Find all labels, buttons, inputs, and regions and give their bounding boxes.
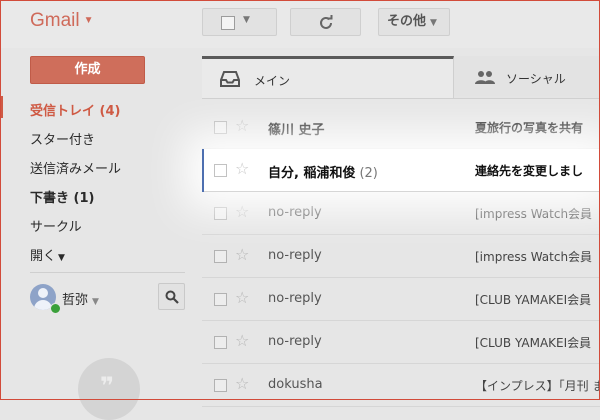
gmail-logo: Gmail — [30, 10, 80, 31]
account-name: 哲弥 — [62, 293, 89, 308]
message-row[interactable]: ☆ no-reply [CLUB YAMAKEI会員 — [202, 321, 600, 364]
nav-item-starred[interactable]: スター付き — [30, 129, 95, 148]
row-checkbox[interactable] — [214, 121, 227, 134]
presence-status-icon — [50, 303, 61, 314]
message-sender-group: 自分, 稲浦和俊 (2) — [268, 162, 378, 181]
message-subject: 【インプレス】「月刊 ま — [475, 379, 600, 393]
nav-more-label: 開く — [30, 249, 57, 264]
more-button[interactable]: その他 ▼ — [378, 8, 450, 36]
star-icon[interactable]: ☆ — [235, 245, 249, 264]
row-checkbox[interactable] — [214, 379, 227, 392]
checkbox-icon — [221, 16, 235, 30]
message-sender: no-reply — [268, 248, 322, 263]
category-tabs: メイン ソーシャル — [202, 56, 600, 99]
search-icon — [165, 290, 179, 304]
avatar-head — [38, 288, 48, 298]
star-icon[interactable]: ☆ — [235, 331, 249, 350]
top-bar: Gmail ▼ ▼ その他 ▼ — [0, 0, 600, 48]
message-subject: [CLUB YAMAKEI会員 — [475, 293, 592, 307]
hangouts-icon[interactable]: ❞ — [78, 358, 140, 420]
thread-count: (2) — [359, 166, 378, 181]
refresh-icon — [320, 15, 333, 29]
account-menu[interactable]: 哲弥 ▼ — [62, 289, 99, 308]
nav-item-drafts[interactable]: 下書き (1) — [30, 187, 94, 206]
nav-divider — [30, 272, 185, 273]
star-icon[interactable]: ☆ — [235, 159, 249, 178]
row-checkbox[interactable] — [214, 250, 227, 263]
row-checkbox[interactable] — [214, 207, 227, 220]
nav-item-sent[interactable]: 送信済みメール — [30, 158, 121, 177]
active-nav-indicator — [0, 96, 3, 118]
message-row[interactable]: ☆ no-reply [impress Watch会員 — [202, 192, 600, 235]
tab-primary-label: メイン — [254, 74, 291, 88]
more-button-label: その他 — [387, 14, 427, 29]
nav-item-more[interactable]: 開く ▼ — [30, 245, 65, 264]
tab-social-label: ソーシャル — [506, 72, 566, 86]
row-checkbox[interactable] — [214, 293, 227, 306]
star-icon[interactable]: ☆ — [235, 374, 249, 393]
message-row[interactable]: ☆ 篠川 史子 夏旅行の写真を共有 — [202, 106, 600, 149]
message-row[interactable]: ☆ no-reply [CLUB YAMAKEI会員 — [202, 278, 600, 321]
row-checkbox[interactable] — [214, 164, 227, 177]
message-subject: [CLUB YAMAKEI会員 — [475, 336, 592, 350]
refresh-button[interactable] — [290, 8, 361, 36]
chevron-down-icon: ▼ — [430, 18, 437, 28]
highlight-bar — [202, 149, 204, 192]
message-row[interactable]: ☆ dokusha 【インプレス】「月刊 ま — [202, 364, 600, 407]
message-sender: 自分, 稲浦和俊 — [268, 166, 356, 181]
message-sender: no-reply — [268, 205, 322, 220]
chevron-down-icon: ▼ — [58, 253, 65, 263]
tab-primary[interactable]: メイン — [202, 56, 454, 98]
gmail-logo-menu[interactable]: Gmail ▼ — [30, 10, 94, 32]
nav-item-circles[interactable]: サークル — [30, 216, 82, 235]
quote-icon: ❞ — [100, 372, 115, 400]
people-icon — [475, 71, 495, 84]
select-checkbox-button[interactable]: ▼ — [202, 8, 277, 36]
message-sender: no-reply — [268, 334, 322, 349]
message-subject: [impress Watch会員 — [475, 207, 593, 221]
nav-item-inbox[interactable]: 受信トレイ (4) — [30, 100, 120, 119]
star-icon[interactable]: ☆ — [235, 288, 249, 307]
row-checkbox[interactable] — [214, 336, 227, 349]
chevron-down-icon: ▼ — [92, 297, 99, 307]
inbox-icon — [220, 71, 240, 87]
search-people-button[interactable] — [158, 283, 185, 310]
tab-social[interactable]: ソーシャル — [454, 56, 600, 98]
chevron-down-icon: ▼ — [83, 15, 94, 27]
message-subject: 連絡先を変更しまし — [475, 164, 584, 178]
message-row[interactable]: ☆ no-reply [impress Watch会員 — [202, 235, 600, 278]
message-subject: 夏旅行の写真を共有 — [475, 121, 584, 135]
star-icon[interactable]: ☆ — [235, 116, 249, 135]
message-sender: dokusha — [268, 377, 323, 392]
message-row-highlighted[interactable]: ☆ 自分, 稲浦和俊 (2) 連絡先を変更しまし — [202, 149, 600, 192]
message-sender: no-reply — [268, 291, 322, 306]
chevron-down-icon: ▼ — [243, 15, 250, 25]
message-subject: [impress Watch会員 — [475, 250, 593, 264]
compose-button[interactable]: 作成 — [30, 56, 145, 84]
message-sender: 篠川 史子 — [268, 123, 325, 138]
star-icon[interactable]: ☆ — [235, 202, 249, 221]
